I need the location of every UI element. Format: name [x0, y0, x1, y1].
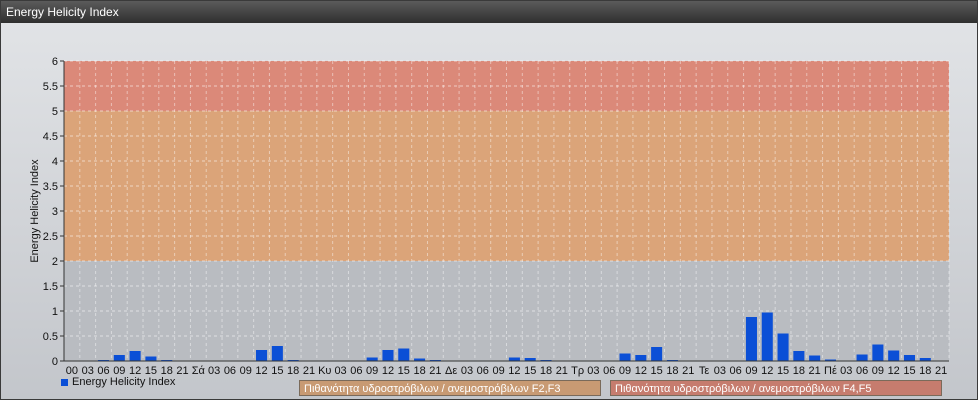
x-tick-label: 18: [919, 365, 931, 377]
x-tick-label: 15: [271, 365, 283, 377]
x-tick-label: 09: [240, 365, 252, 377]
x-tick-label: 06: [477, 365, 489, 377]
bar[interactable]: [398, 348, 410, 362]
x-tick-label: 15: [398, 365, 410, 377]
x-tick-label: 15: [524, 365, 536, 377]
x-tick-label: 03: [587, 365, 599, 377]
legend-swatch: [61, 378, 68, 386]
x-tick-label: 06: [350, 365, 362, 377]
x-tick-label: 12: [255, 365, 267, 377]
legend-label: Energy Helicity Index: [72, 376, 176, 388]
bar[interactable]: [635, 355, 647, 361]
bar[interactable]: [271, 346, 283, 361]
bar[interactable]: [619, 353, 631, 362]
x-tick-label: 06: [603, 365, 615, 377]
bar[interactable]: [113, 355, 125, 361]
bar[interactable]: [256, 350, 268, 361]
probability-f4-f5-button[interactable]: Πιθανότητα υδροστρόβιλων / ανεμοστρόβιλω…: [610, 380, 942, 396]
bar[interactable]: [366, 357, 378, 362]
x-tick-label: Κυ: [318, 365, 331, 377]
y-tick-label: 0.5: [43, 331, 58, 343]
x-tick-label: 21: [176, 365, 188, 377]
bar[interactable]: [761, 312, 773, 362]
legend-item[interactable]: Energy Helicity Index: [61, 376, 175, 388]
x-tick-label: 15: [903, 365, 915, 377]
x-tick-label: 21: [809, 365, 821, 377]
x-tick-label: Τρ: [571, 365, 584, 377]
bar[interactable]: [129, 351, 141, 361]
x-tick-label: 06: [856, 365, 868, 377]
x-tick-label: Δε: [445, 365, 457, 377]
x-tick-label: Σά: [192, 365, 206, 377]
x-tick-label: 12: [635, 365, 647, 377]
x-tick-label: 03: [334, 365, 346, 377]
x-tick-label: 09: [366, 365, 378, 377]
x-tick-label: 18: [666, 365, 678, 377]
x-tick-label: 18: [413, 365, 425, 377]
bar[interactable]: [145, 356, 157, 362]
x-tick-label: 09: [492, 365, 504, 377]
ehi-chart: 00.511.522.533.544.555.5600 03 06 09 12 15 18 2…: [29, 56, 950, 377]
bar[interactable]: [651, 347, 663, 361]
x-tick-label: 09: [619, 365, 631, 377]
probability-f2-f3-button[interactable]: Πιθανότητα υδροστρόβιλων / ανεμοστρόβιλω…: [299, 380, 601, 396]
bar[interactable]: [903, 355, 916, 361]
y-tick-label: 3: [52, 206, 58, 218]
x-tick-label: 12: [761, 365, 773, 377]
x-tick-label: 21: [935, 365, 947, 377]
x-tick-label: 21: [682, 365, 694, 377]
x-tick-label: 03: [461, 365, 473, 377]
bar[interactable]: [872, 344, 884, 362]
x-tick-label: 09: [745, 365, 757, 377]
y-tick-label: 4: [52, 156, 58, 168]
x-tick-label: Τε: [699, 365, 710, 377]
y-tick-label: 5: [52, 106, 58, 118]
x-tick-label: 21: [303, 365, 315, 377]
x-tick-label: 12: [382, 365, 394, 377]
bar[interactable]: [777, 333, 789, 362]
x-tick-label: 03: [840, 365, 852, 377]
y-tick-label: 2.5: [43, 231, 58, 243]
bar[interactable]: [382, 350, 394, 361]
y-tick-label: 2: [52, 256, 58, 268]
x-tick-label: 18: [540, 365, 552, 377]
x-tick-label: 12: [508, 365, 520, 377]
bar[interactable]: [856, 354, 868, 362]
y-tick-label: 5.5: [43, 81, 58, 93]
bar[interactable]: [508, 357, 520, 362]
x-tick-label: 18: [793, 365, 805, 377]
y-tick-label: 6: [52, 56, 58, 68]
y-axis-label: Energy Helicity Index: [29, 159, 41, 263]
x-tick-label: 09: [872, 365, 884, 377]
y-tick-label: 0: [52, 356, 58, 368]
x-tick-label: 06: [730, 365, 742, 377]
chart-panel: Energy Helicity Index 0 0.5 1 1.5 2 2.5 3 3.5 4 4…: [0, 0, 978, 400]
bar[interactable]: [809, 355, 821, 362]
bar[interactable]: [793, 351, 805, 361]
x-tick-label: 18: [287, 365, 299, 377]
x-tick-label: 06: [224, 365, 236, 377]
y-tick-label: 1.5: [43, 281, 58, 293]
y-tick-label: 3.5: [43, 181, 58, 193]
x-tick-label: 03: [208, 365, 220, 377]
y-tick-label: 1: [52, 306, 58, 318]
bar[interactable]: [745, 317, 757, 361]
x-tick-label: 21: [556, 365, 568, 377]
x-tick-label: 03: [714, 365, 726, 377]
bar[interactable]: [888, 350, 900, 362]
x-tick-label: 15: [777, 365, 789, 377]
y-tick-label: 4.5: [43, 131, 58, 143]
x-tick-label: 12: [888, 365, 900, 377]
x-tick-label: 21: [429, 365, 441, 377]
x-tick-label: 15: [651, 365, 663, 377]
x-tick-label: Πέ: [824, 365, 837, 377]
